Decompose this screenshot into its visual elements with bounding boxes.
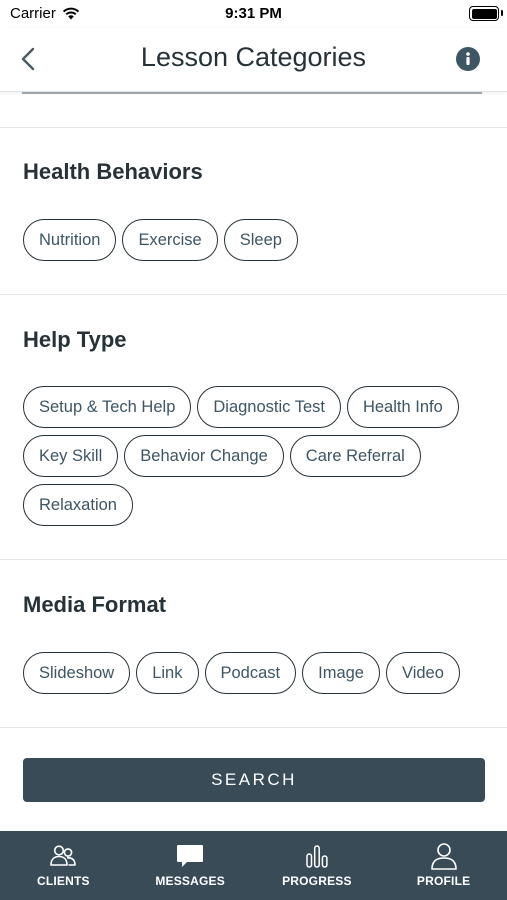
tab-label: PROFILE <box>416 874 471 888</box>
search-button[interactable]: SEARCH <box>23 758 485 802</box>
tab-label: PROGRESS <box>282 874 352 888</box>
chip-group: Slideshow Link Podcast Image Video <box>23 652 493 694</box>
chip-care-referral[interactable]: Care Referral <box>289 435 421 477</box>
tab-profile[interactable]: PROFILE <box>380 831 507 900</box>
chip-exercise[interactable]: Exercise <box>122 219 218 261</box>
status-time: 9:31 PM <box>225 5 282 22</box>
section-media-format: Media Format Slideshow Link Podcast Imag… <box>0 560 507 728</box>
tab-clients[interactable]: CLIENTS <box>0 831 127 900</box>
section-help-type: Help Type Setup & Tech Help Diagnostic T… <box>0 295 507 560</box>
chip-setup-tech-help[interactable]: Setup & Tech Help <box>23 386 192 428</box>
status-bar: Carrier 9:31 PM <box>0 0 507 28</box>
chip-diagnostic-test[interactable]: Diagnostic Test <box>197 386 341 428</box>
section-title: Media Format <box>23 592 167 617</box>
scrolled-content-remnant <box>0 92 507 128</box>
chip-behavior-change[interactable]: Behavior Change <box>124 435 284 477</box>
chip-group: Nutrition Exercise Sleep <box>23 219 493 261</box>
chip-link[interactable]: Link <box>136 652 199 694</box>
section-health-behaviors: Health Behaviors Nutrition Exercise Slee… <box>0 128 507 295</box>
info-icon <box>466 52 470 65</box>
progress-icon <box>306 845 328 868</box>
tab-messages[interactable]: MESSAGES <box>127 831 254 900</box>
chip-image[interactable]: Image <box>302 652 380 694</box>
chip-podcast[interactable]: Podcast <box>204 652 297 694</box>
chip-slideshow[interactable]: Slideshow <box>23 652 131 694</box>
chip-health-info[interactable]: Health Info <box>346 386 459 428</box>
chip-key-skill[interactable]: Key Skill <box>23 435 119 477</box>
tab-progress[interactable]: PROGRESS <box>254 831 381 900</box>
chip-relaxation[interactable]: Relaxation <box>23 484 133 526</box>
chip-video[interactable]: Video <box>385 652 460 694</box>
page-title: Lesson Categories <box>140 42 367 72</box>
battery-icon <box>469 6 499 21</box>
chip-sleep[interactable]: Sleep <box>223 219 298 261</box>
tab-label: MESSAGES <box>155 874 225 888</box>
messages-icon <box>177 845 204 867</box>
info-button[interactable] <box>456 47 480 71</box>
clients-icon <box>50 845 77 866</box>
section-title: Help Type <box>23 327 127 352</box>
chip-nutrition[interactable]: Nutrition <box>23 219 117 261</box>
chip-group: Setup & Tech Help Diagnostic Test Health… <box>23 386 493 526</box>
tab-bar: CLIENTS MESSAGES PROGRESS PROFILE <box>0 831 507 900</box>
nav-bar: Lesson Categories <box>0 28 507 92</box>
tab-label: CLIENTS <box>37 874 90 888</box>
section-title: Health Behaviors <box>23 159 203 184</box>
profile-icon <box>430 843 457 870</box>
